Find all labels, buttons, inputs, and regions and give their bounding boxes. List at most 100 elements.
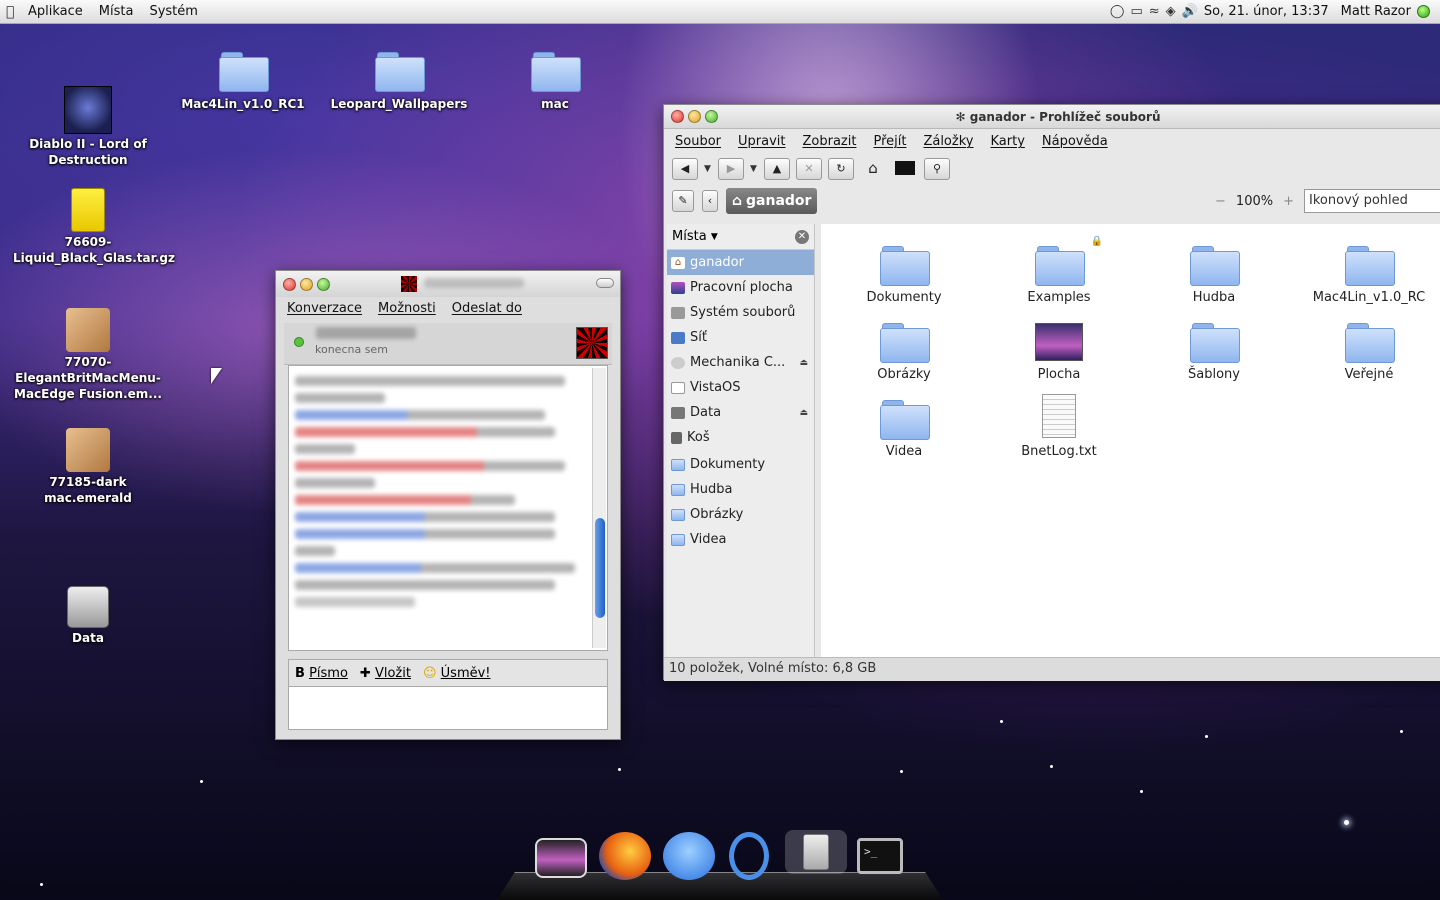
breadcrumb[interactable]: ⌂ ganador	[726, 188, 818, 214]
sidebar-item-trash[interactable]: Koš	[667, 425, 814, 450]
sidebar-header[interactable]: Místa ▼ ✕	[667, 224, 814, 250]
zoom-level[interactable]: 100%	[1236, 194, 1273, 209]
back-button[interactable]: ◀	[672, 158, 698, 180]
file-item[interactable]: Veřejné	[1304, 323, 1434, 382]
file-item[interactable]: Hudba	[1149, 246, 1279, 305]
desktop-icon-package-1[interactable]: 77070-ElegantBritMacMenu-MacEdge Fusion.…	[13, 308, 163, 402]
menu-tabs[interactable]: Karty	[990, 134, 1024, 149]
forward-button[interactable]: ▶	[718, 158, 744, 180]
clock[interactable]: So, 21. únor, 13:37	[1204, 4, 1329, 19]
scrollbar[interactable]	[592, 368, 606, 648]
desktop-icon-package-2[interactable]: 77185-dark mac.emerald	[13, 428, 163, 506]
menu-system[interactable]: Systém	[141, 4, 205, 19]
menu-places[interactable]: Místa	[91, 4, 142, 19]
fm-titlebar[interactable]: ✻ ganador - Prohlížeč souborů	[664, 105, 1440, 129]
file-item[interactable]: Plocha	[994, 323, 1124, 382]
view-mode-select[interactable]: Ikonový pohled	[1304, 189, 1440, 213]
chat-titlebar[interactable]	[276, 271, 620, 297]
update-icon[interactable]: ◈	[1166, 4, 1176, 19]
minimize-button[interactable]	[300, 277, 313, 291]
file-item[interactable]: 🔒 Examples	[994, 236, 1124, 305]
up-button[interactable]: ▲	[764, 158, 790, 180]
menu-go[interactable]: Přejít	[873, 134, 906, 149]
desktop-icon-data-drive[interactable]: Data	[13, 586, 163, 646]
menu-conversation[interactable]: Konverzace	[287, 301, 362, 316]
file-item[interactable]: Obrázky	[839, 323, 969, 382]
battery-icon[interactable]: ▭	[1130, 4, 1142, 19]
insert-button[interactable]: ✚ Vložit	[360, 666, 411, 681]
volume-icon[interactable]: 🔊	[1182, 4, 1198, 19]
menu-edit[interactable]: Upravit	[738, 134, 785, 149]
conversation-log[interactable]	[288, 365, 608, 651]
toolbar-toggle-button[interactable]	[596, 278, 614, 288]
drive-icon	[671, 406, 685, 419]
desktop-icon-archive[interactable]: 76609-Liquid_Black_Glas.tar.gz	[13, 188, 175, 266]
minimize-button[interactable]	[688, 110, 701, 123]
maximize-button[interactable]	[705, 110, 718, 123]
sidebar-item-home[interactable]: ⌂ ganador	[667, 250, 814, 275]
sidebar-bookmark-documents[interactable]: Dokumenty	[667, 452, 814, 477]
search-button[interactable]: ⚲	[924, 158, 950, 180]
zoom-in-button[interactable]: +	[1283, 194, 1294, 209]
file-item[interactable]: Šablony	[1149, 323, 1279, 382]
menu-options[interactable]: Možnosti	[378, 301, 436, 316]
sidebar-item-vistaos[interactable]: VistaOS	[667, 375, 814, 400]
sidebar-item-network[interactable]: Síť	[667, 325, 814, 350]
home-button[interactable]: ⌂	[860, 158, 886, 180]
desktop-icon-leopard-wallpapers[interactable]: Leopard_Wallpapers	[324, 52, 474, 112]
font-button[interactable]: B Písmo	[295, 666, 348, 681]
image-viewer-icon[interactable]	[535, 838, 587, 878]
status-available-icon[interactable]	[1417, 5, 1430, 18]
menu-send-to[interactable]: Odeslat do	[452, 301, 522, 316]
close-button[interactable]	[671, 110, 684, 123]
file-item[interactable]: Mac4Lin_v1.0_RC	[1304, 246, 1434, 305]
stop-button[interactable]: ✕	[796, 158, 822, 180]
menu-help[interactable]: Nápověda	[1042, 134, 1108, 149]
close-sidebar-icon[interactable]: ✕	[795, 229, 809, 244]
desktop-icon-label: mac	[541, 97, 569, 111]
blurred-message	[295, 393, 385, 403]
menu-applications[interactable]: Aplikace	[20, 4, 91, 19]
maximize-button[interactable]	[317, 277, 330, 291]
close-button[interactable]	[283, 277, 296, 291]
chat-status-icon[interactable]: ◯	[1110, 4, 1125, 19]
menu-file[interactable]: Soubor	[675, 134, 721, 149]
sidebar-bookmark-videos[interactable]: Videa	[667, 527, 814, 552]
file-item[interactable]: Dokumenty	[839, 246, 969, 305]
menu-view[interactable]: Zobrazit	[802, 134, 856, 149]
file-item[interactable]: BnetLog.txt	[994, 394, 1124, 459]
terminal-icon[interactable]: >_	[857, 838, 903, 874]
chat-icon[interactable]	[663, 832, 715, 880]
menu-bookmarks[interactable]: Záložky	[923, 134, 973, 149]
eject-icon[interactable]: ⏏	[799, 358, 808, 368]
file-view[interactable]: Dokumenty 🔒 Examples Hudba Mac4Lin_v1.0_R…	[821, 224, 1440, 657]
sidebar-bookmark-pictures[interactable]: Obrázky	[667, 502, 814, 527]
sidebar-item-data[interactable]: Data ⏏	[667, 400, 814, 425]
folder-icon	[1345, 246, 1395, 286]
sidebar-item-cdrom[interactable]: Mechanika C... ⏏	[667, 350, 814, 375]
desktop-icon-mac[interactable]: mac	[480, 52, 630, 112]
eject-icon[interactable]: ⏏	[799, 408, 808, 418]
path-left-button[interactable]: ‹	[702, 190, 718, 212]
user-name[interactable]: Matt Razor	[1341, 4, 1411, 19]
wifi-icon[interactable]: ≈	[1149, 4, 1160, 19]
sidebar-item-desktop[interactable]: Pracovní plocha	[667, 275, 814, 300]
forward-history-icon[interactable]: ▼	[750, 164, 758, 174]
edit-location-button[interactable]: ✎	[672, 190, 694, 212]
sidebar-item-filesystem[interactable]: Systém souborů	[667, 300, 814, 325]
smiley-button[interactable]: ☺ Úsměv!	[423, 666, 491, 681]
blurred-message	[295, 461, 565, 471]
back-history-icon[interactable]: ▼	[704, 164, 712, 174]
firefox-icon[interactable]	[599, 832, 651, 880]
message-input[interactable]	[288, 686, 608, 730]
sidebar-bookmark-music[interactable]: Hudba	[667, 477, 814, 502]
reload-button[interactable]: ↻	[828, 158, 854, 180]
zoom-out-button[interactable]: −	[1215, 194, 1226, 209]
file-cabinet-icon[interactable]	[785, 830, 847, 874]
file-item[interactable]: Videa	[839, 400, 969, 459]
desktop-icon-diablo[interactable]: Diablo II - Lord of Destruction	[13, 86, 163, 168]
desktop-icon-mac4lin[interactable]: Mac4Lin_v1.0_RC1	[168, 52, 318, 112]
computer-button[interactable]	[892, 158, 918, 180]
beagle-search-icon[interactable]	[729, 832, 769, 880]
scrollbar-thumb[interactable]	[595, 518, 605, 618]
